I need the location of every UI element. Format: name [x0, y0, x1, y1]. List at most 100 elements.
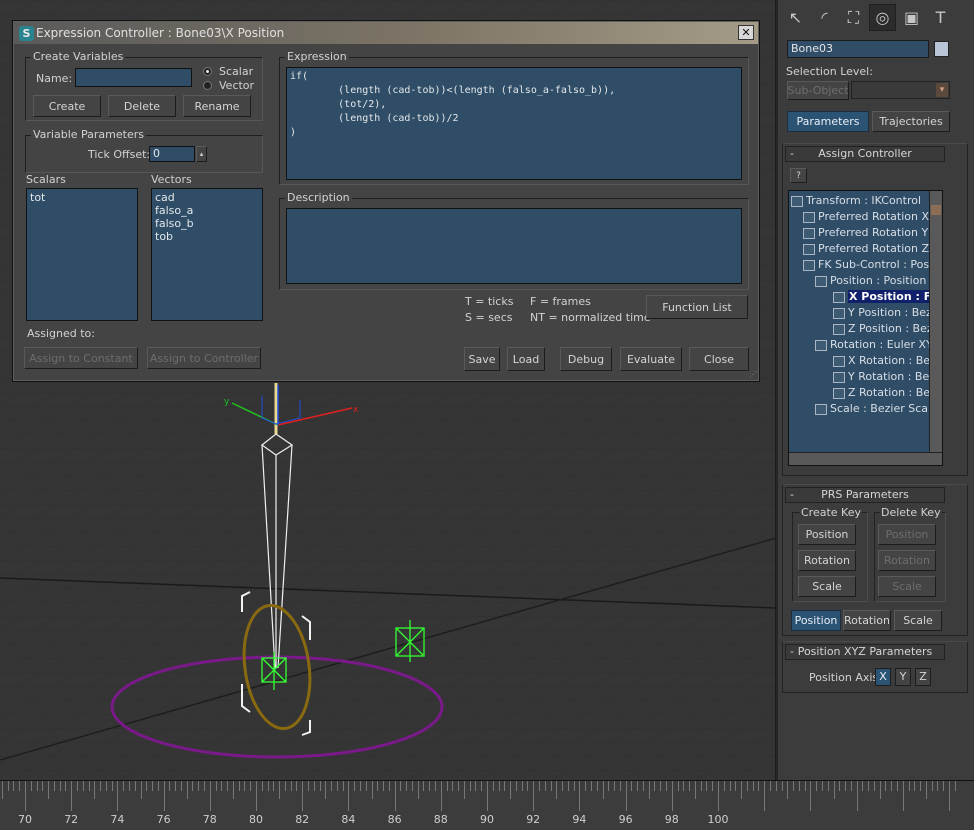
evaluate-button[interactable]: Evaluate	[620, 347, 682, 371]
tree-item[interactable]: X Rotation : Bez	[833, 353, 936, 369]
position-xyz-header[interactable]: - Position XYZ Parameters	[785, 644, 945, 660]
debug-button[interactable]: Debug	[560, 347, 612, 371]
timeline-tick	[775, 781, 777, 791]
rotation-tab-button[interactable]: Rotation	[843, 610, 891, 631]
list-item[interactable]: falso_a	[155, 204, 259, 217]
timeline-tick	[117, 781, 119, 811]
trajectories-button[interactable]: Trajectories	[872, 111, 950, 132]
object-name-field[interactable]: Bone03	[787, 40, 929, 58]
timeline-tick	[394, 781, 396, 811]
name-input[interactable]	[75, 68, 192, 87]
modify-icon[interactable]: ◜	[811, 4, 838, 31]
rename-button[interactable]: Rename	[183, 95, 251, 117]
tree-item[interactable]: Rotation : Euler XYZ	[815, 337, 940, 353]
tree-item[interactable]: Preferred Rotation X	[803, 209, 929, 225]
tick-offset-input[interactable]: 0	[149, 146, 195, 162]
create-button[interactable]: Create	[33, 95, 101, 117]
tree-horizontal-scrollbar[interactable]	[789, 452, 942, 465]
timeline-tick	[290, 781, 292, 791]
sub-object-button[interactable]: Sub-Object	[787, 81, 849, 100]
timeline-tick	[510, 781, 512, 799]
tree-item[interactable]: FK Sub-Control : Positio	[803, 257, 942, 273]
list-item[interactable]: tot	[30, 191, 134, 204]
controller-tree[interactable]: Transform : IKControl Preferred Rotation …	[788, 190, 943, 466]
create-position-key-button[interactable]: Position	[798, 524, 856, 545]
controller-icon	[803, 259, 815, 271]
utilities-icon[interactable]: T	[927, 4, 954, 31]
tree-item[interactable]: Y Rotation : Bez	[833, 369, 935, 385]
delete-rotation-key-button[interactable]: Rotation	[878, 550, 936, 571]
tree-item[interactable]: Scale : Bezier Scale	[815, 401, 938, 417]
save-button[interactable]: Save	[464, 347, 500, 371]
list-item[interactable]: cad	[155, 191, 259, 204]
tree-vertical-scrollbar[interactable]	[929, 191, 942, 453]
axis-z-button[interactable]: Z	[915, 668, 931, 686]
timeline-ruler[interactable]: 70 72 74 76 78 80 82 84 86 88 90 92 94 96 98 100	[0, 780, 974, 830]
assign-controller-header[interactable]: - Assign Controller	[785, 146, 945, 162]
timeline-tick	[521, 781, 523, 791]
vectors-list[interactable]: cad falso_a falso_b tob	[151, 188, 263, 321]
scalar-radio-label: Scalar	[219, 65, 254, 78]
tree-item[interactable]: Y Position : Bezi	[833, 305, 935, 321]
tree-item[interactable]: Preferred Rotation Z	[803, 241, 929, 257]
sub-object-dropdown[interactable]: ▾	[851, 81, 950, 99]
scalar-radio[interactable]	[203, 67, 212, 76]
scalars-list[interactable]: tot	[26, 188, 138, 321]
timeline-label: 88	[433, 813, 448, 826]
display-icon[interactable]: ▣	[898, 4, 925, 31]
tree-item[interactable]: Preferred Rotation Y	[803, 225, 928, 241]
position-tab-button[interactable]: Position	[791, 610, 841, 631]
scale-tab-button[interactable]: Scale	[894, 610, 942, 631]
timeline-tick	[105, 781, 107, 791]
timeline-tick	[371, 781, 373, 799]
resize-grip-icon[interactable]: ⋰	[749, 370, 757, 379]
timeline-tick	[642, 781, 644, 791]
load-button[interactable]: Load	[507, 347, 545, 371]
timeline-tick	[821, 781, 823, 791]
motion-icon[interactable]: ◎	[869, 4, 896, 31]
tree-item[interactable]: Position : Position X	[815, 273, 937, 289]
dialog-title-bar[interactable]: S Expression Controller : Bone03\X Posit…	[14, 22, 758, 44]
parameters-button[interactable]: Parameters	[787, 111, 869, 132]
delete-key-label: Delete Key	[880, 506, 942, 519]
function-list-button[interactable]: Function List	[646, 295, 748, 319]
assign-to-constant-button[interactable]: Assign to Constant	[24, 347, 138, 369]
delete-button[interactable]: Delete	[108, 95, 176, 117]
timeline-tick	[579, 781, 581, 811]
create-scale-key-button[interactable]: Scale	[798, 576, 856, 597]
tick-offset-spinner[interactable]: ▴	[196, 146, 207, 162]
list-item[interactable]: tob	[155, 230, 259, 243]
delete-position-key-button[interactable]: Position	[878, 524, 936, 545]
vector-radio[interactable]	[203, 81, 212, 90]
axis-x-button[interactable]: X	[875, 668, 891, 686]
create-rotation-key-button[interactable]: Rotation	[798, 550, 856, 571]
timeline-tick	[325, 781, 327, 799]
timeline-tick	[383, 781, 385, 791]
axis-y-button[interactable]: Y	[895, 668, 911, 686]
tree-item[interactable]: Z Position : Bezi	[833, 321, 936, 337]
list-item[interactable]: falso_b	[155, 217, 259, 230]
tree-item[interactable]: X Position : F	[833, 289, 933, 305]
assign-to-controller-button[interactable]: Assign to Controller	[147, 347, 261, 369]
prs-parameters-header[interactable]: - PRS Parameters	[785, 487, 945, 503]
tree-item[interactable]: Z Rotation : Bez	[833, 385, 936, 401]
tree-item[interactable]: Transform : IKControl	[791, 193, 921, 209]
object-color-swatch[interactable]	[934, 41, 949, 57]
delete-scale-key-button[interactable]: Scale	[878, 576, 936, 597]
expression-editor[interactable]: if( (length (cad-tob))<(length (falso_a-…	[286, 67, 742, 180]
close-button[interactable]: Close	[689, 347, 749, 371]
create-icon[interactable]: ↖	[782, 4, 809, 31]
timeline-tick	[527, 781, 529, 791]
timeline-tick	[735, 781, 737, 791]
hierarchy-icon[interactable]: ⛶	[840, 4, 867, 31]
dialog-title: Expression Controller : Bone03\X Positio…	[36, 26, 285, 40]
timeline-tick	[538, 781, 540, 791]
timeline-tick	[19, 781, 21, 791]
timeline-tick	[764, 781, 766, 811]
timeline-tick	[279, 781, 281, 799]
timeline-tick	[186, 781, 188, 799]
expression-label: Expression	[285, 50, 349, 63]
description-editor[interactable]	[286, 208, 742, 284]
assign-controller-icon[interactable]: ?	[790, 168, 807, 183]
close-icon[interactable]: ✕	[738, 25, 754, 40]
